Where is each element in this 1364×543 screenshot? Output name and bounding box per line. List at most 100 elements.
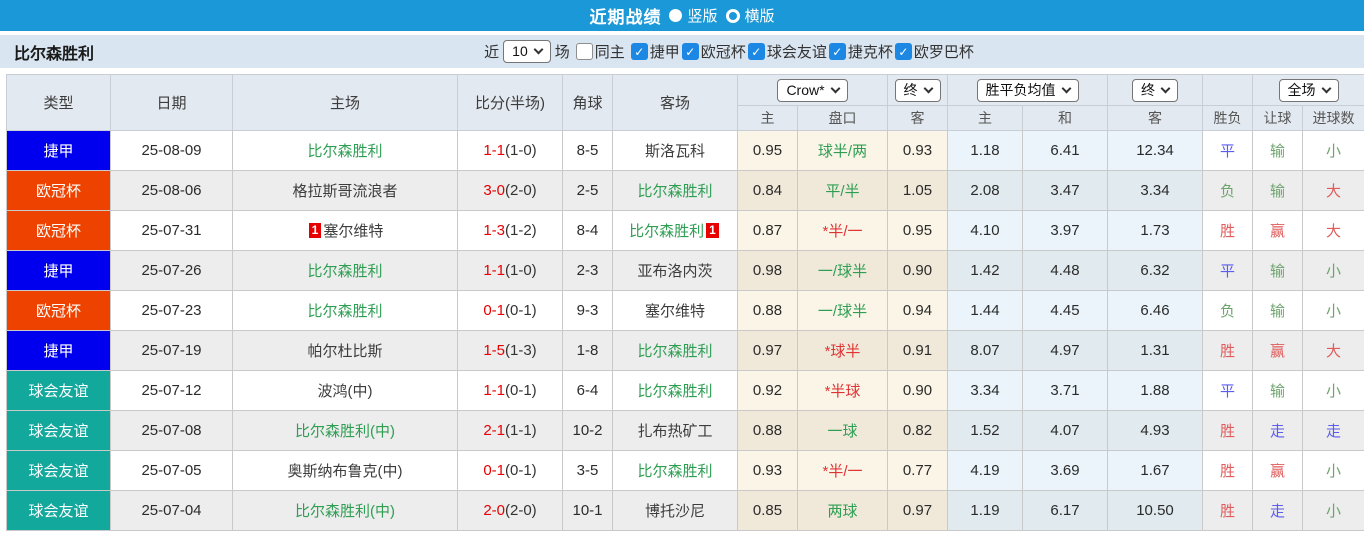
league-filter-球会友谊[interactable]: ✓ 球会友谊 bbox=[747, 41, 827, 62]
team-name[interactable]: 比尔森胜利 bbox=[307, 263, 382, 280]
match-date: 25-07-12 bbox=[110, 370, 233, 411]
league-filter-label: 欧冠杯 bbox=[700, 44, 746, 61]
recent-count-select[interactable]: 10 bbox=[503, 40, 551, 63]
odds-time-select[interactable]: 终 bbox=[894, 78, 941, 102]
subheader-handicap-result: 让球 bbox=[1252, 105, 1303, 131]
checkbox-checked-icon[interactable]: ✓ bbox=[681, 43, 699, 60]
checkbox-checked-icon[interactable]: ✓ bbox=[747, 43, 765, 60]
goals-result-cell-value: 小 bbox=[1325, 143, 1341, 160]
odds-away: 0.90 bbox=[887, 370, 948, 411]
team-name[interactable]: 比尔森胜利 bbox=[629, 223, 704, 240]
layout-option-horizontal[interactable]: 横版 bbox=[725, 5, 775, 26]
checkbox-checked-icon[interactable]: ✓ bbox=[630, 43, 648, 60]
match-date: 25-07-05 bbox=[110, 450, 233, 491]
column-header-away: 客场 bbox=[612, 74, 738, 131]
goals-result-cell-value: 小 bbox=[1325, 383, 1341, 400]
score-cell: 3-0(2-0) bbox=[457, 170, 563, 211]
checkbox-checked-icon[interactable]: ✓ bbox=[828, 43, 846, 60]
filters-group: 近 10 场 同主 ✓ 捷甲 ✓ 欧冠杯 ✓ 球会友谊 ✓ 捷克杯 ✓ 欧罗巴杯 bbox=[94, 40, 1364, 63]
team-title: 比尔森胜利 bbox=[14, 45, 95, 63]
goals-result-cell: 大 bbox=[1302, 170, 1364, 211]
handicap-cell: 两球 bbox=[797, 490, 888, 531]
team-name[interactable]: 塞尔维特 bbox=[323, 223, 383, 240]
odds-company-value: Crow* bbox=[786, 81, 825, 98]
goals-result-cell-value: 走 bbox=[1325, 423, 1341, 440]
mean-home: 2.08 bbox=[947, 170, 1023, 211]
odds-company-select[interactable]: Crow* bbox=[777, 78, 848, 102]
team-name[interactable]: 博托沙尼 bbox=[645, 503, 705, 520]
team-name[interactable]: 比尔森胜利 bbox=[307, 303, 382, 320]
league-filter-捷克杯[interactable]: ✓ 捷克杯 bbox=[828, 41, 893, 62]
team-name[interactable]: 扎布热矿工 bbox=[637, 423, 712, 440]
handicap-cell: *半/一 bbox=[797, 210, 888, 251]
mean-draw: 6.17 bbox=[1022, 490, 1108, 531]
handicap-cell: *半/一 bbox=[797, 450, 888, 491]
score-cell: 1-3(1-2) bbox=[457, 210, 563, 251]
goals-result-cell-value: 小 bbox=[1325, 503, 1341, 520]
team-name[interactable]: 比尔森胜利(中) bbox=[295, 503, 395, 520]
checkbox-unchecked-icon[interactable] bbox=[575, 43, 593, 60]
same-venue-filter[interactable]: 同主 bbox=[575, 41, 625, 62]
handicap-cell: 球半/两 bbox=[797, 130, 888, 171]
result-cell: 负 bbox=[1202, 170, 1253, 211]
mean-time-select[interactable]: 终 bbox=[1132, 78, 1178, 102]
mean-away: 1.67 bbox=[1107, 450, 1203, 491]
handicap-result-cell-value: 赢 bbox=[1269, 463, 1285, 480]
result-cell: 胜 bbox=[1202, 410, 1253, 451]
match-date: 25-07-23 bbox=[110, 290, 233, 331]
half-score: (1-1) bbox=[505, 422, 537, 439]
layout-option-vertical[interactable]: 竖版 bbox=[669, 5, 718, 26]
home-team-cell: 比尔森胜利(中) bbox=[232, 410, 458, 451]
team-name[interactable]: 波鸿(中) bbox=[318, 383, 373, 400]
handicap-cell: 平/半 bbox=[797, 170, 888, 211]
table-row: 捷甲 25-07-19 帕尔杜比斯 1-5(1-3) 1-8 比尔森胜利 0.97 *球半 0.… bbox=[6, 330, 1364, 371]
scope-select[interactable]: 全场 bbox=[1278, 78, 1339, 102]
full-score: 0-1 bbox=[483, 462, 505, 479]
chevron-down-icon bbox=[533, 44, 544, 55]
radio-unselected-icon[interactable] bbox=[725, 8, 740, 23]
team-name[interactable]: 比尔森胜利 bbox=[307, 143, 382, 160]
handicap-result-cell: 走 bbox=[1252, 410, 1303, 451]
team-name[interactable]: 帕尔杜比斯 bbox=[307, 343, 382, 360]
home-team-cell: 比尔森胜利(中) bbox=[232, 490, 458, 531]
league-filter-欧冠杯[interactable]: ✓ 欧冠杯 bbox=[681, 41, 746, 62]
mean-draw: 3.47 bbox=[1022, 170, 1108, 211]
checkbox-checked-icon[interactable]: ✓ bbox=[894, 43, 912, 60]
mean-select[interactable]: 胜平负均值 bbox=[976, 78, 1079, 102]
team-name[interactable]: 塞尔维特 bbox=[645, 303, 705, 320]
handicap-value: 一球 bbox=[827, 423, 858, 440]
team-name[interactable]: 亚布洛内茨 bbox=[637, 263, 712, 280]
result-cell-value: 负 bbox=[1219, 183, 1235, 200]
title-bar: 近期战绩 竖版 横版 bbox=[0, 0, 1364, 31]
team-name[interactable]: 斯洛瓦科 bbox=[645, 143, 705, 160]
league-filter-捷甲[interactable]: ✓ 捷甲 bbox=[630, 41, 680, 62]
team-name[interactable]: 比尔森胜利 bbox=[637, 383, 712, 400]
result-cell-value: 平 bbox=[1219, 263, 1235, 280]
handicap-result-cell: 赢 bbox=[1252, 330, 1303, 371]
recent-count-value: 10 bbox=[512, 43, 528, 59]
team-name[interactable]: 格拉斯哥流浪者 bbox=[292, 183, 397, 200]
mean-home: 1.44 bbox=[947, 290, 1023, 331]
radio-selected-icon[interactable] bbox=[669, 9, 683, 22]
match-date: 25-08-06 bbox=[110, 170, 233, 211]
league-filter-label: 欧罗巴杯 bbox=[913, 44, 974, 61]
league-filter-label: 球会友谊 bbox=[766, 44, 827, 61]
team-name[interactable]: 比尔森胜利 bbox=[637, 463, 712, 480]
team-name[interactable]: 比尔森胜利 bbox=[637, 343, 712, 360]
team-name[interactable]: 比尔森胜利(中) bbox=[295, 423, 395, 440]
handicap-value: 球半/两 bbox=[817, 143, 868, 160]
team-name[interactable]: 比尔森胜利 bbox=[637, 183, 712, 200]
mean-away: 1.88 bbox=[1107, 370, 1203, 411]
result-cell: 胜 bbox=[1202, 330, 1253, 371]
mean-draw: 3.71 bbox=[1022, 370, 1108, 411]
chevron-down-icon bbox=[1160, 83, 1171, 93]
goals-result-cell: 小 bbox=[1302, 450, 1364, 491]
handicap-result-cell-value: 输 bbox=[1269, 303, 1285, 320]
handicap-result-cell: 输 bbox=[1252, 370, 1303, 411]
mean-home: 4.19 bbox=[947, 450, 1023, 491]
filter-bar: 比尔森胜利 近 10 场 同主 ✓ 捷甲 ✓ 欧冠杯 ✓ 球会友谊 ✓ 捷克杯 ✓ 欧罗巴杯 bbox=[0, 35, 1364, 68]
team-name[interactable]: 奥斯纳布鲁克(中) bbox=[288, 463, 403, 480]
league-filter-欧罗巴杯[interactable]: ✓ 欧罗巴杯 bbox=[894, 41, 974, 62]
half-score: (0-1) bbox=[505, 382, 537, 399]
match-date: 25-07-26 bbox=[110, 250, 233, 291]
